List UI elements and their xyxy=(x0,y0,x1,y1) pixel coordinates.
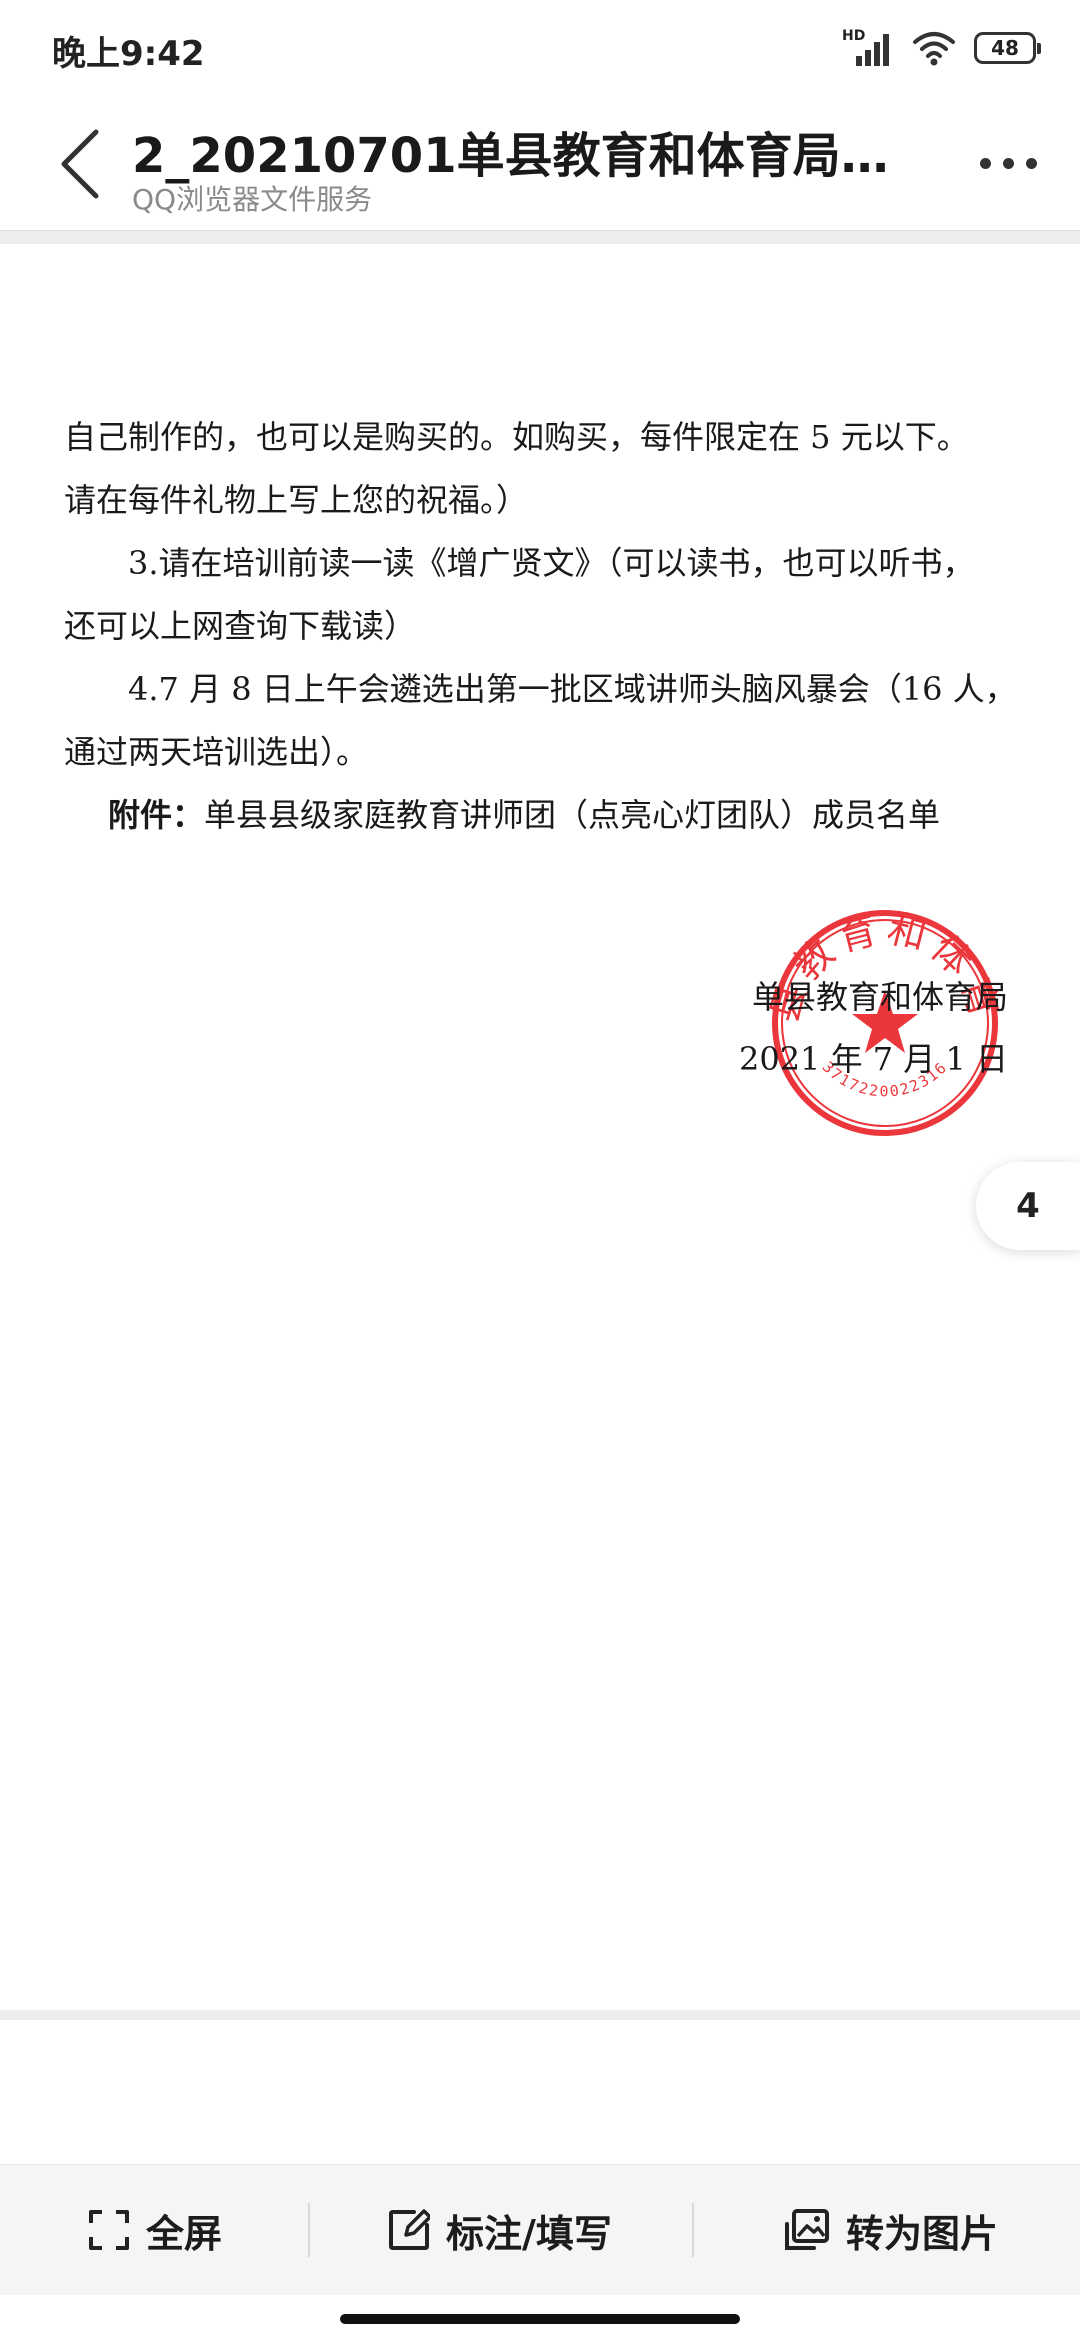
attachment-text: 单县县级家庭教育讲师团（点亮心灯团队）成员名单 xyxy=(204,796,941,834)
back-button[interactable] xyxy=(54,126,110,202)
document-body: 自己制作的，也可以是购买的。如购买，每件限定在 5 元以下。 请在每件礼物上写上… xyxy=(64,406,1024,847)
doc-line: 自己制作的，也可以是购买的。如购买，每件限定在 5 元以下。 xyxy=(64,418,969,456)
fullscreen-button[interactable]: 全屏 xyxy=(88,2165,222,2295)
more-dot-icon xyxy=(1003,157,1014,169)
page-title: 2_20210701单县教育和体育局关… xyxy=(132,128,902,184)
home-indicator[interactable] xyxy=(340,2314,740,2324)
more-button[interactable] xyxy=(980,148,1040,178)
wifi-icon xyxy=(913,32,955,66)
battery-icon: 48 xyxy=(974,32,1041,64)
image-convert-icon xyxy=(785,2209,829,2250)
chevron-left-icon xyxy=(61,129,99,199)
edit-icon xyxy=(389,2209,430,2250)
annotate-label: 标注/填写 xyxy=(446,2211,612,2256)
status-time: 晚上9:42 xyxy=(52,34,205,74)
bottom-toolbar: 全屏 标注/填写 转为图片 xyxy=(0,2164,1080,2295)
doc-line: 通过两天培训选出）。 xyxy=(64,733,369,771)
convert-to-image-label: 转为图片 xyxy=(846,2211,999,2256)
more-dot-icon xyxy=(1026,157,1037,169)
document-bottom-divider xyxy=(0,2010,1080,2020)
signal-icon: HD xyxy=(842,28,894,68)
convert-to-image-button[interactable]: 转为图片 xyxy=(784,2165,998,2295)
doc-line: 4.7 月 8 日上午会遴选出第一批区域讲师头脑风暴会（16 人， xyxy=(128,670,1017,708)
status-bar: 晚上9:42 HD 48 xyxy=(0,0,1080,96)
doc-line: 3.请在培训前读一读《增广贤文》（可以读书，也可以听书， xyxy=(128,544,975,582)
toolbar-divider xyxy=(308,2203,310,2257)
signal-hd-label: HD xyxy=(842,28,866,44)
more-dot-icon xyxy=(980,157,991,169)
header-divider xyxy=(0,230,1080,245)
status-icons: HD 48 xyxy=(842,26,1041,70)
page-number-badge[interactable]: 4 xyxy=(976,1162,1080,1250)
page-subtitle: QQ浏览器文件服务 xyxy=(132,183,373,216)
app-header: 2_20210701单县教育和体育局关… QQ浏览器文件服务 xyxy=(0,96,1080,230)
official-seal: 单县教育和体育局 3717220022316 xyxy=(766,904,1002,1136)
fullscreen-label: 全屏 xyxy=(146,2211,223,2256)
doc-line: 请在每件礼物上写上您的祝福。） xyxy=(64,481,529,519)
fullscreen-icon xyxy=(89,2210,129,2250)
signature-organization: 单县教育和体育局 xyxy=(751,978,1008,1016)
annotate-button[interactable]: 标注/填写 xyxy=(388,2165,612,2295)
toolbar-divider xyxy=(692,2203,694,2257)
attachment-label: 附件： xyxy=(108,796,205,834)
doc-line: 还可以上网查询下载读） xyxy=(64,607,417,645)
signature-date: 2021 年 7 月 1 日 xyxy=(738,1040,1008,1078)
attachment-line: 附件：单县县级家庭教育讲师团（点亮心灯团队）成员名单 xyxy=(64,784,1024,847)
document-page[interactable]: 自己制作的，也可以是购买的。如购买，每件限定在 5 元以下。 请在每件礼物上写上… xyxy=(0,244,1080,2010)
